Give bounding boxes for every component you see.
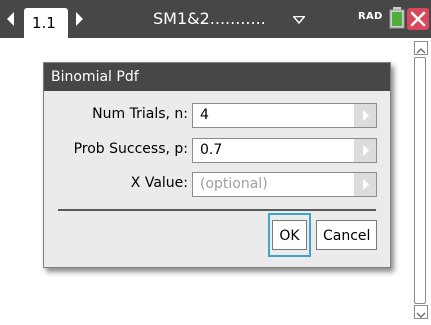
x-value-input[interactable]: (optional): [192, 172, 377, 197]
cancel-button[interactable]: Cancel: [316, 220, 377, 250]
x-value-placeholder: (optional): [200, 176, 268, 192]
ok-button[interactable]: OK: [272, 220, 307, 250]
num-trials-input[interactable]: 4: [192, 103, 377, 128]
chevron-right-icon: [363, 145, 369, 156]
document-title[interactable]: SM1&2...........: [153, 9, 266, 28]
dialog-divider: [58, 209, 376, 211]
prob-success-input[interactable]: 0.7: [192, 138, 377, 163]
prob-success-value: 0.7: [200, 142, 223, 158]
nav-right-icon[interactable]: [76, 12, 83, 26]
nav-left-icon[interactable]: [7, 12, 14, 26]
prob-success-label: Prob Success, p:: [73, 141, 188, 157]
close-icon: [410, 11, 426, 27]
tab-page[interactable]: 1.1: [24, 8, 68, 38]
prob-success-arrow-button[interactable]: [354, 139, 376, 162]
close-button[interactable]: [407, 8, 429, 30]
chevron-right-icon: [363, 179, 369, 190]
tab-label: 1.1: [32, 14, 56, 32]
angle-mode-indicator: RAD: [358, 11, 383, 22]
scroll-up-button[interactable]: [414, 41, 428, 55]
num-trials-arrow-button[interactable]: [354, 104, 376, 127]
binomial-pdf-dialog: Binomial Pdf Num Trials, n: 4 Prob Succe…: [43, 62, 391, 268]
dialog-title: Binomial Pdf: [44, 63, 390, 91]
vertical-scrollbar[interactable]: [412, 39, 431, 319]
chevron-down-icon: [416, 312, 426, 318]
dropdown-icon[interactable]: [293, 16, 305, 24]
scrollbar-track[interactable]: [414, 57, 426, 304]
num-trials-value: 4: [200, 107, 209, 123]
x-value-label: X Value:: [130, 175, 188, 191]
x-value-arrow-button[interactable]: [354, 173, 376, 196]
chevron-up-icon: [416, 48, 426, 54]
battery-icon: [389, 7, 405, 29]
chevron-right-icon: [363, 110, 369, 121]
top-bar: 1.1 SM1&2........... RAD: [0, 0, 431, 38]
num-trials-label: Num Trials, n:: [92, 106, 188, 122]
scroll-down-button[interactable]: [414, 305, 428, 319]
